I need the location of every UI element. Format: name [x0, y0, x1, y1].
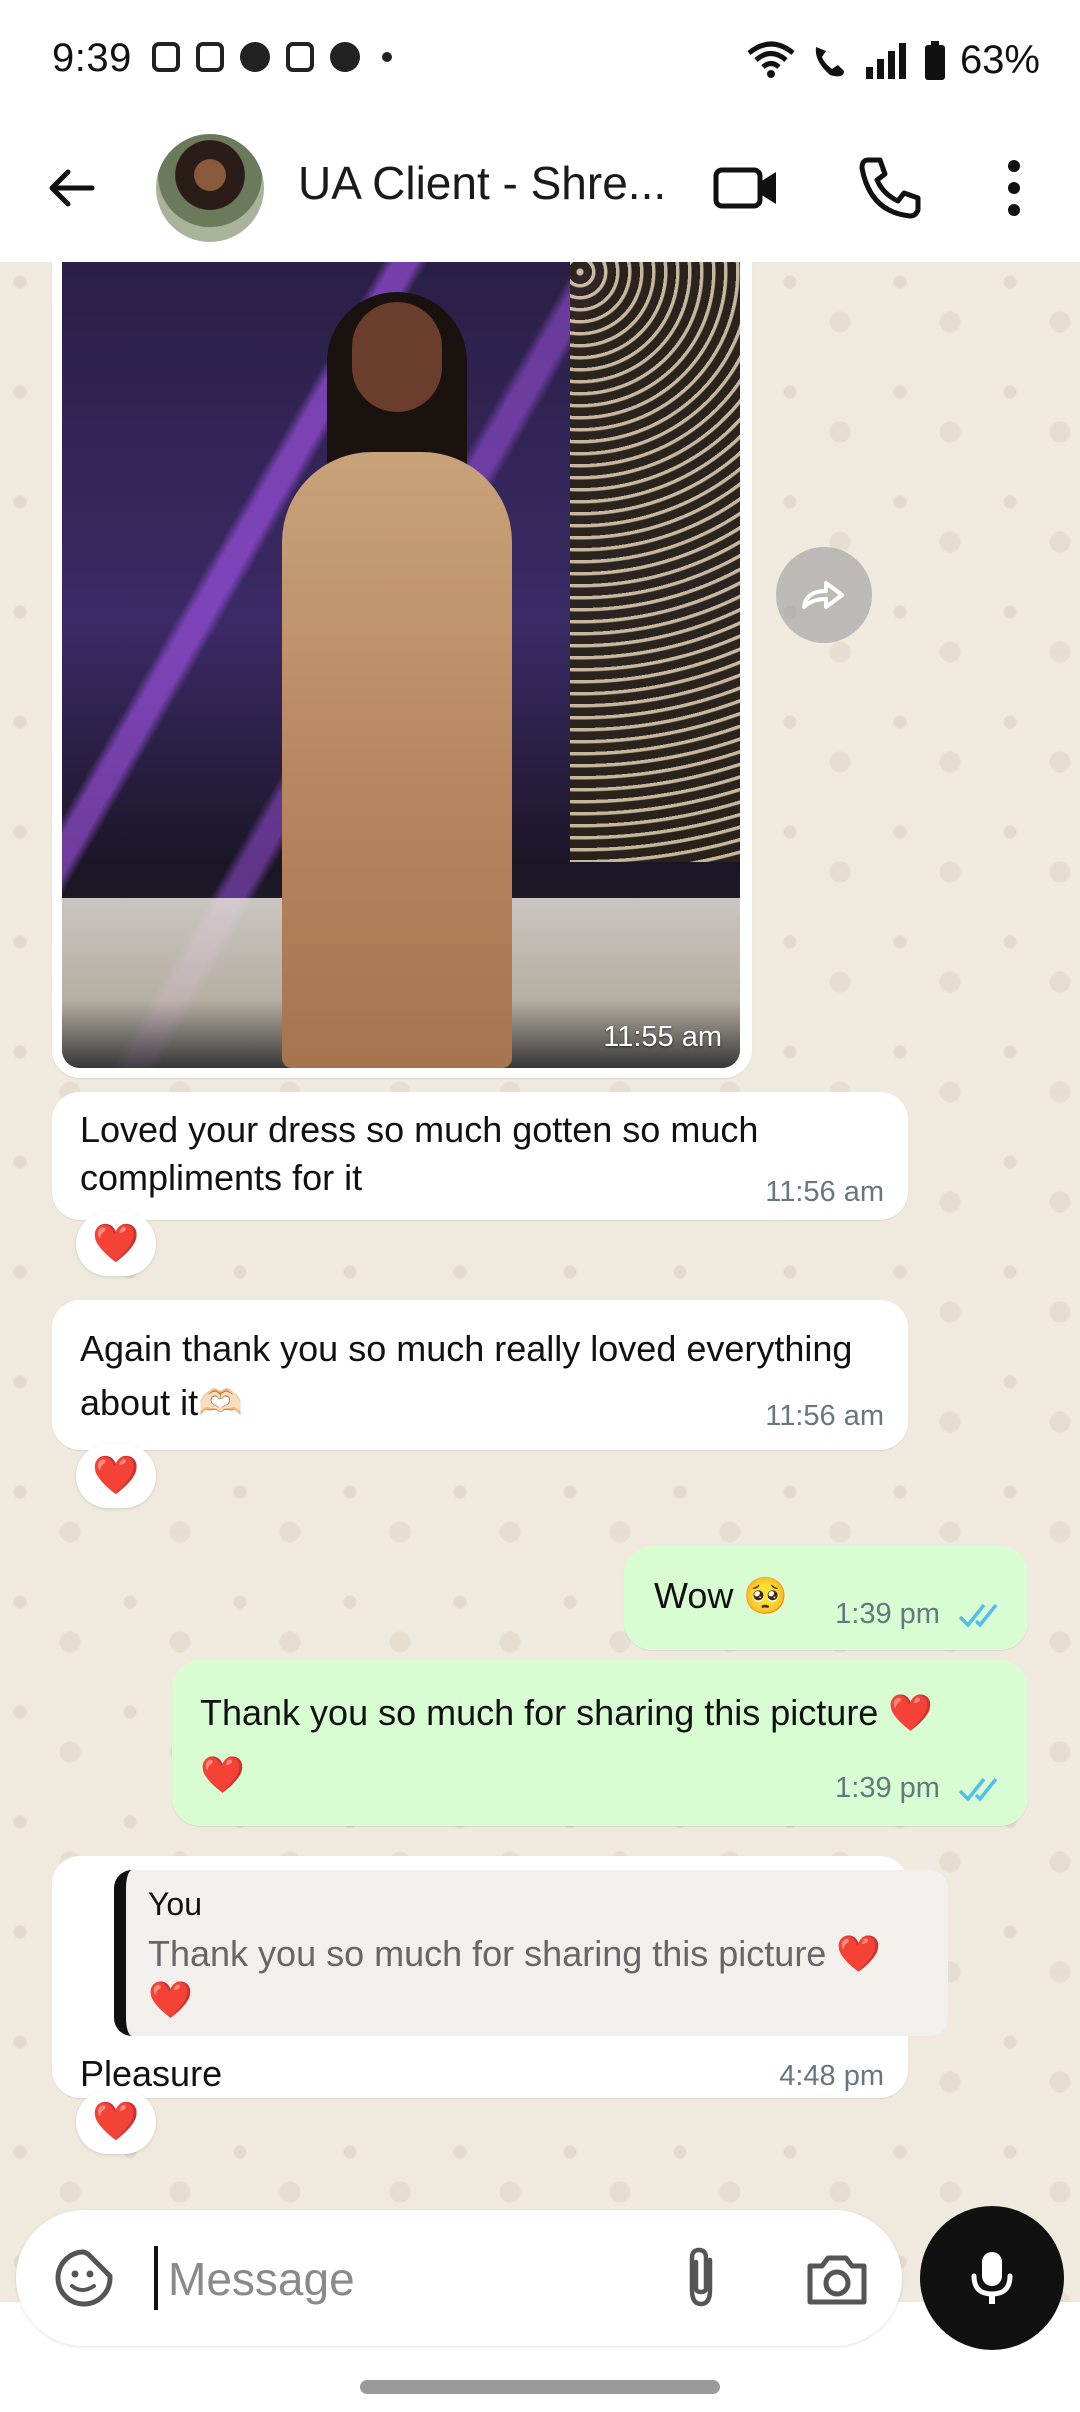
notification-icons: [152, 42, 392, 72]
forward-icon: [802, 581, 844, 609]
heart-reaction: ❤️: [92, 2101, 140, 2143]
sticker-icon[interactable]: [52, 2246, 116, 2310]
message-reaction[interactable]: ❤️: [76, 2090, 156, 2154]
incoming-message[interactable]: Again thank you so much really loved eve…: [52, 1300, 908, 1450]
message-time: 1:39 pm: [835, 1772, 940, 1804]
outgoing-message[interactable]: Wow 🥺 1:39 pm: [624, 1546, 1028, 1650]
wifi-icon: [747, 41, 795, 78]
outgoing-message[interactable]: Thank you so much for sharing this pictu…: [172, 1660, 1028, 1826]
message-reaction[interactable]: ❤️: [76, 1212, 156, 1276]
read-receipt-icon: [958, 1778, 998, 1802]
video-call-icon[interactable]: [708, 150, 784, 226]
microphone-icon: [971, 2252, 1013, 2304]
person-body: [282, 452, 512, 1068]
battery-percent: 63%: [959, 38, 1040, 82]
chat-area[interactable]: 11:55 am Loved your dress so much gotten…: [0, 262, 1080, 2302]
image-message[interactable]: 11:55 am: [52, 262, 752, 1078]
voice-call-icon[interactable]: [852, 150, 928, 226]
message-composer: [16, 2210, 902, 2346]
pinterest-icon: [330, 42, 360, 72]
read-receipt-icon: [958, 1604, 998, 1628]
shared-photo[interactable]: 11:55 am: [62, 262, 740, 1068]
dot-icon: [382, 52, 392, 62]
message-time: 11:55 am: [603, 1021, 722, 1053]
battery-icon: [924, 40, 945, 80]
message-text: Loved your dress so much gotten so much …: [80, 1109, 759, 1198]
signal-icon: [865, 42, 906, 79]
avatar[interactable]: [156, 134, 264, 242]
voice-message-button[interactable]: [920, 2206, 1064, 2350]
more-options-icon[interactable]: [976, 150, 1052, 226]
camera-icon[interactable]: [802, 2244, 872, 2314]
text-caret: [154, 2246, 158, 2310]
message-text: Again thank you so much really loved eve…: [80, 1328, 853, 1423]
message-time-with-status: 1:39 pm: [835, 1772, 1006, 1805]
message-time: 4:48 pm: [779, 2060, 884, 2092]
notification-icon: [196, 42, 224, 72]
contact-name[interactable]: UA Client - Shre...: [298, 156, 666, 210]
wifi-calling-icon: [815, 46, 844, 76]
home-handle[interactable]: [360, 2380, 720, 2394]
chat-header: UA Client - Shre...: [0, 120, 1080, 262]
photo-backdrop: [570, 262, 740, 862]
quote-text: Thank you so much for sharing this pictu…: [148, 1933, 882, 2020]
message-time: 1:39 pm: [835, 1598, 940, 1630]
quoted-message[interactable]: You Thank you so much for sharing this p…: [114, 1870, 948, 2036]
person-head: [352, 302, 442, 412]
heart-reaction: ❤️: [92, 1223, 140, 1265]
message-text: Wow 🥺: [654, 1575, 789, 1616]
notification-icon: [286, 42, 314, 72]
photo-person: [282, 292, 512, 1068]
message-time: 11:56 am: [765, 1400, 884, 1432]
message-time-with-status: 1:39 pm: [835, 1598, 1006, 1631]
status-time: 9:39: [52, 36, 132, 80]
heart-reaction: ❤️: [92, 1455, 140, 1497]
attachment-icon[interactable]: [666, 2242, 736, 2312]
forward-button[interactable]: [776, 547, 872, 643]
instagram-icon: [152, 42, 180, 72]
incoming-reply-message[interactable]: You Thank you so much for sharing this p…: [52, 1856, 948, 2098]
gesture-nav-bar: [0, 2358, 1080, 2412]
status-bar: 9:39 63%: [0, 0, 1080, 120]
pinterest-icon: [240, 42, 270, 72]
quote-author: You: [148, 1886, 202, 1922]
message-time: 11:56 am: [765, 1176, 884, 1208]
message-reaction[interactable]: ❤️: [76, 1444, 156, 1508]
back-arrow-icon[interactable]: [40, 156, 104, 220]
message-input[interactable]: [166, 2244, 650, 2314]
incoming-message[interactable]: Loved your dress so much gotten so much …: [52, 1092, 908, 1220]
message-text: Pleasure: [80, 2053, 223, 2094]
status-right: 63%: [746, 38, 1040, 83]
